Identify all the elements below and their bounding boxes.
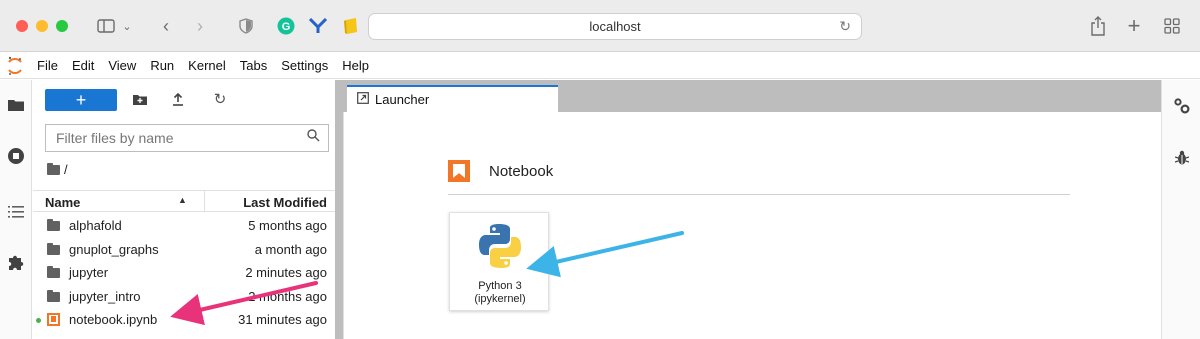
column-modified-header[interactable]: Last Modified xyxy=(243,195,327,210)
share-icon[interactable] xyxy=(1088,13,1108,39)
list-item[interactable]: gnuplot_graphs a month ago xyxy=(33,238,335,262)
tab-overview-icon[interactable] xyxy=(1162,13,1182,39)
menu-bar: File Edit View Run Kernel Tabs Settings … xyxy=(0,53,1200,79)
home-folder-icon xyxy=(47,162,60,175)
file-browser-toolbar: + ↻ xyxy=(33,80,335,118)
menu-help[interactable]: Help xyxy=(335,58,376,73)
new-folder-icon[interactable] xyxy=(131,90,149,108)
browser-toolbar: ⌄ ‹ › G localhost ↻ + xyxy=(0,0,1200,52)
file-modified: 5 months ago xyxy=(248,218,327,234)
filter-input[interactable]: Filter files by name xyxy=(45,124,329,152)
menu-run[interactable]: Run xyxy=(143,58,181,73)
property-inspector-gears-icon[interactable] xyxy=(1172,96,1192,116)
folder-icon xyxy=(47,242,60,255)
chevron-down-icon[interactable]: ⌄ xyxy=(120,13,134,39)
menu-view[interactable]: View xyxy=(101,58,143,73)
running-sessions-icon[interactable] xyxy=(6,146,26,166)
file-name: jupyter xyxy=(69,265,109,281)
menu-edit[interactable]: Edit xyxy=(65,58,101,73)
menu-tabs[interactable]: Tabs xyxy=(233,58,274,73)
python-logo-icon xyxy=(479,224,521,268)
url-text: localhost xyxy=(589,19,641,34)
file-name: jupyter_intro xyxy=(69,288,141,304)
new-tab-icon[interactable]: + xyxy=(1124,13,1144,39)
notebook-icon xyxy=(47,313,60,326)
file-modified: 31 minutes ago xyxy=(238,312,327,328)
menu-file[interactable]: File xyxy=(30,58,65,73)
folder-icon[interactable] xyxy=(6,94,26,114)
file-list: alphafold 5 months ago gnuplot_graphs a … xyxy=(33,214,335,332)
menu-kernel[interactable]: Kernel xyxy=(181,58,233,73)
folder-icon xyxy=(47,289,60,302)
refresh-icon[interactable]: ↻ xyxy=(211,90,229,108)
tab-label: Launcher xyxy=(375,92,430,107)
back-icon[interactable]: ‹ xyxy=(158,13,174,39)
svg-text:G: G xyxy=(282,21,291,33)
section-title: Notebook xyxy=(489,163,554,180)
extension-y-icon[interactable] xyxy=(308,13,328,39)
list-item[interactable]: jupyter_intro 2 months ago xyxy=(33,285,335,309)
kernel-label: Python 3 (ipykernel) xyxy=(450,280,550,306)
list-item[interactable]: notebook.ipynb 31 minutes ago xyxy=(33,308,335,332)
forward-icon[interactable]: › xyxy=(192,13,208,39)
filter-placeholder: Filter files by name xyxy=(56,130,174,146)
right-sidebar xyxy=(1161,80,1200,339)
sort-ascending-icon: ▲ xyxy=(178,195,187,205)
file-modified: 2 minutes ago xyxy=(245,265,327,281)
list-item[interactable]: alphafold 5 months ago xyxy=(33,214,335,238)
notes-extension-icon[interactable] xyxy=(342,13,360,39)
file-name: notebook.ipynb xyxy=(69,312,158,328)
file-name: alphafold xyxy=(69,218,122,234)
python3-kernel-card[interactable]: Python 3 (ipykernel) xyxy=(449,212,549,311)
grammarly-extension-icon[interactable]: G xyxy=(276,13,296,39)
file-browser-panel: + ↻ Filter files by name / Name ▲ Last M… xyxy=(33,80,335,339)
menu-settings[interactable]: Settings xyxy=(274,58,335,73)
left-activity-bar xyxy=(0,80,32,339)
jupyter-logo-icon xyxy=(0,56,30,76)
column-divider xyxy=(204,191,205,212)
panel-splitter[interactable] xyxy=(335,80,343,339)
file-modified: a month ago xyxy=(254,241,327,257)
address-bar[interactable]: localhost ↻ xyxy=(368,13,862,40)
tab-launcher[interactable]: Launcher xyxy=(347,85,558,112)
file-modified: 2 months ago xyxy=(248,288,327,304)
folder-icon xyxy=(47,266,60,278)
running-indicator-icon xyxy=(36,318,41,323)
kernel-name: Python 3 xyxy=(478,280,522,292)
folder-icon xyxy=(47,219,60,231)
notebook-section-icon xyxy=(448,160,470,182)
list-item[interactable]: jupyter 2 minutes ago xyxy=(33,261,335,285)
sidebar-toggle-icon[interactable] xyxy=(96,13,116,39)
debugger-bug-icon[interactable] xyxy=(1172,148,1192,168)
file-list-header: Name ▲ Last Modified xyxy=(33,190,335,212)
window-zoom-button[interactable] xyxy=(56,20,68,32)
search-icon xyxy=(307,129,320,145)
table-of-contents-icon[interactable] xyxy=(6,202,26,222)
launcher-tab-icon xyxy=(357,92,369,107)
breadcrumb[interactable]: / xyxy=(47,162,68,177)
breadcrumb-path: / xyxy=(64,162,68,177)
main-dock-area: Launcher Notebook Python 3 (ipykernel) xyxy=(343,80,1161,339)
window-close-button[interactable] xyxy=(16,20,28,32)
launcher-panel: Notebook Python 3 (ipykernel) xyxy=(343,112,1161,339)
kernel-subtitle: (ipykernel) xyxy=(474,293,526,305)
file-name: gnuplot_graphs xyxy=(69,241,159,257)
section-divider xyxy=(448,194,1070,195)
reload-icon[interactable]: ↻ xyxy=(839,18,851,35)
window-minimize-button[interactable] xyxy=(36,20,48,32)
extensions-puzzle-icon[interactable] xyxy=(6,252,26,272)
upload-icon[interactable] xyxy=(169,90,187,108)
tab-bar: Launcher xyxy=(343,80,1161,112)
column-name-header[interactable]: Name xyxy=(45,195,80,210)
shield-icon[interactable] xyxy=(236,13,256,39)
new-launcher-button[interactable]: + xyxy=(45,89,117,111)
